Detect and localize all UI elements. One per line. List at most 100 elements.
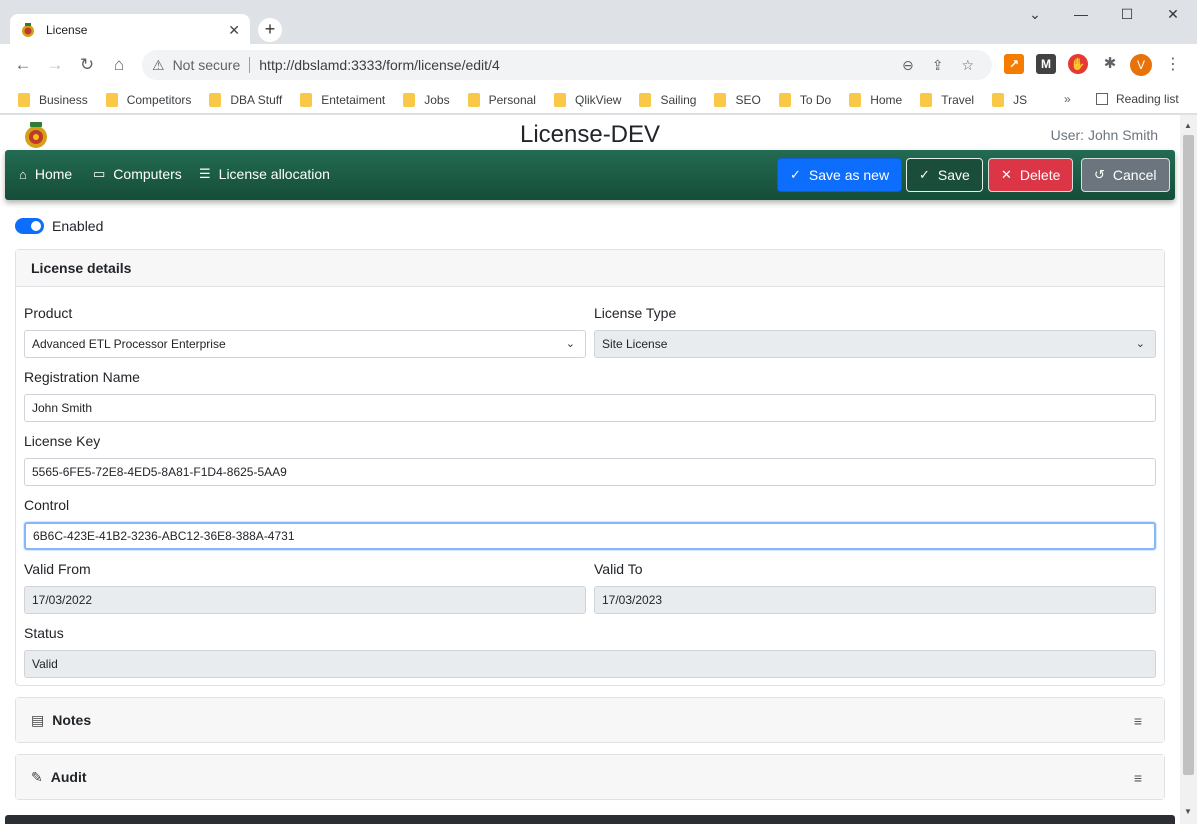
- tab-close-icon[interactable]: ✕: [228, 22, 240, 39]
- reload-icon[interactable]: ↻: [76, 55, 98, 77]
- browser-menu-icon[interactable]: ⋮: [1165, 54, 1181, 74]
- registration-name-field[interactable]: John Smith: [24, 394, 1156, 422]
- notes-icon: ▤: [31, 711, 45, 728]
- valid-from-label: Valid From: [24, 561, 91, 577]
- bookmark-folder[interactable]: Travel: [920, 92, 974, 107]
- bookmark-folder[interactable]: Business: [18, 92, 88, 107]
- save-as-new-button[interactable]: ✓ Save as new: [777, 158, 903, 192]
- enabled-label: Enabled: [52, 218, 104, 234]
- top-navbar: ⌂ Home ▭ Computers ☰ License allocation …: [5, 150, 1175, 200]
- page-scrollbar[interactable]: ▲ ▼: [1180, 115, 1197, 824]
- chevron-down-icon: ⌄: [565, 338, 575, 350]
- close-window-button[interactable]: ✕: [1158, 6, 1188, 23]
- browser-tab[interactable]: License ✕: [10, 14, 250, 46]
- folder-icon: [467, 92, 480, 107]
- notes-header[interactable]: ▤ Notes ≡: [16, 698, 1164, 742]
- nav-license-allocation[interactable]: ☰ License allocation: [199, 166, 330, 182]
- check-icon: ✓: [919, 167, 930, 182]
- valid-from-field[interactable]: 17/03/2022: [24, 586, 586, 614]
- toggle-knob: [31, 221, 41, 231]
- delete-button[interactable]: ✕ Delete: [988, 158, 1074, 192]
- folder-icon: [639, 92, 652, 107]
- bookmark-folder[interactable]: SEO: [714, 92, 761, 107]
- bookmark-folder[interactable]: Competitors: [105, 92, 191, 107]
- bookmark-folder[interactable]: Jobs: [403, 92, 450, 107]
- scroll-down-icon[interactable]: ▼: [1184, 807, 1192, 816]
- security-label: Not secure: [172, 57, 241, 73]
- chevron-down-icon[interactable]: ⌄: [1020, 6, 1050, 23]
- extension-stop-icon[interactable]: ✋: [1068, 54, 1088, 74]
- home-icon: ⌂: [19, 166, 27, 182]
- save-button[interactable]: ✓ Save: [906, 158, 983, 192]
- footer-bar: [5, 815, 1175, 824]
- bookmark-folder[interactable]: Personal: [467, 92, 536, 107]
- new-tab-button[interactable]: +: [258, 18, 282, 42]
- list-icon: ☰: [199, 166, 211, 181]
- enabled-toggle[interactable]: [15, 218, 44, 234]
- browser-titlebar: License ✕ + ⌄ — ☐ ✕: [0, 0, 1197, 46]
- extension-chart-icon[interactable]: ↗: [1004, 54, 1024, 74]
- bookmark-folder[interactable]: DBA Stuff: [209, 92, 282, 107]
- audit-card[interactable]: ✎ Audit ≡: [15, 754, 1165, 800]
- bookmark-folder[interactable]: JS: [992, 92, 1027, 107]
- forward-icon[interactable]: →: [44, 55, 66, 77]
- product-select[interactable]: Advanced ETL Processor Enterprise ⌄: [24, 330, 586, 358]
- folder-icon: [105, 92, 118, 107]
- valid-to-label: Valid To: [594, 561, 643, 577]
- nav-home[interactable]: ⌂ Home: [19, 166, 72, 182]
- notes-card[interactable]: ▤ Notes ≡: [15, 697, 1165, 743]
- zoom-icon[interactable]: ⊖: [902, 57, 914, 74]
- home-icon[interactable]: ⌂: [108, 55, 130, 77]
- maximize-button[interactable]: ☐: [1112, 6, 1142, 23]
- card-header: License details: [16, 250, 1164, 287]
- address-bar[interactable]: ⚠ Not secure http://dbslamd:3333/form/li…: [142, 50, 992, 80]
- laptop-icon: ▭: [93, 166, 106, 181]
- minimize-button[interactable]: —: [1066, 6, 1096, 22]
- bookmark-folder[interactable]: QlikView: [553, 92, 621, 107]
- extension-m-icon[interactable]: M: [1036, 54, 1056, 74]
- bookmark-folder[interactable]: Sailing: [639, 92, 696, 107]
- page-content: License-DEV User: John Smith ⌂ Home ▭ Co…: [0, 115, 1180, 824]
- control-field[interactable]: 6B6C-423E-41B2-3236-ABC12-36E8-388A-4731: [24, 522, 1156, 550]
- audit-header[interactable]: ✎ Audit ≡: [16, 755, 1164, 799]
- license-key-label: License Key: [24, 433, 101, 449]
- menu-icon[interactable]: ≡: [1134, 713, 1142, 729]
- share-icon[interactable]: ⇪: [932, 57, 944, 74]
- undo-icon: ↺: [1094, 167, 1105, 182]
- bookmarks-bar: Business Competitors DBA Stuff Entetaime…: [0, 86, 1197, 114]
- control-label: Control: [24, 497, 70, 513]
- registration-name-label: Registration Name: [24, 369, 140, 385]
- folder-icon: [778, 92, 791, 107]
- back-icon[interactable]: ←: [12, 55, 34, 77]
- bookmark-folder[interactable]: Entetaiment: [300, 92, 385, 107]
- reading-list-button[interactable]: Reading list: [1096, 92, 1179, 106]
- nav-computers[interactable]: ▭ Computers: [93, 166, 182, 182]
- folder-icon: [553, 92, 566, 107]
- folder-icon: [403, 92, 416, 107]
- bookmark-folder[interactable]: To Do: [778, 92, 831, 107]
- extensions-puzzle-icon[interactable]: ✱: [1100, 54, 1120, 74]
- url-text[interactable]: http://dbslamd:3333/form/license/edit/4: [259, 57, 902, 73]
- profile-avatar[interactable]: V: [1130, 54, 1152, 76]
- cancel-button[interactable]: ↺ Cancel: [1081, 158, 1170, 192]
- bookmarks-more-icon[interactable]: »: [1064, 92, 1071, 106]
- license-details-card: License details Product Advanced ETL Pro…: [15, 249, 1165, 686]
- bookmark-folder[interactable]: Home: [849, 92, 902, 107]
- check-icon: ✓: [790, 167, 801, 182]
- folder-icon: [300, 92, 313, 107]
- folder-icon: [920, 92, 933, 107]
- chevron-down-icon: ⌄: [1135, 338, 1145, 350]
- folder-icon: [992, 92, 1005, 107]
- page-title: License-DEV: [519, 121, 661, 148]
- license-key-field[interactable]: 5565-6FE5-72E8-4ED5-8A81-F1D4-8625-5AA9: [24, 458, 1156, 486]
- warning-icon: ⚠: [152, 56, 165, 73]
- scroll-up-icon[interactable]: ▲: [1184, 121, 1192, 130]
- valid-to-field[interactable]: 17/03/2023: [594, 586, 1156, 614]
- status-label: Status: [24, 625, 64, 641]
- scroll-thumb[interactable]: [1183, 135, 1194, 775]
- star-icon[interactable]: ☆: [961, 57, 974, 74]
- license-type-select[interactable]: Site License ⌄: [594, 330, 1156, 358]
- close-icon: ✕: [1001, 167, 1012, 182]
- user-label: User: John Smith: [1050, 127, 1158, 143]
- menu-icon[interactable]: ≡: [1134, 770, 1142, 786]
